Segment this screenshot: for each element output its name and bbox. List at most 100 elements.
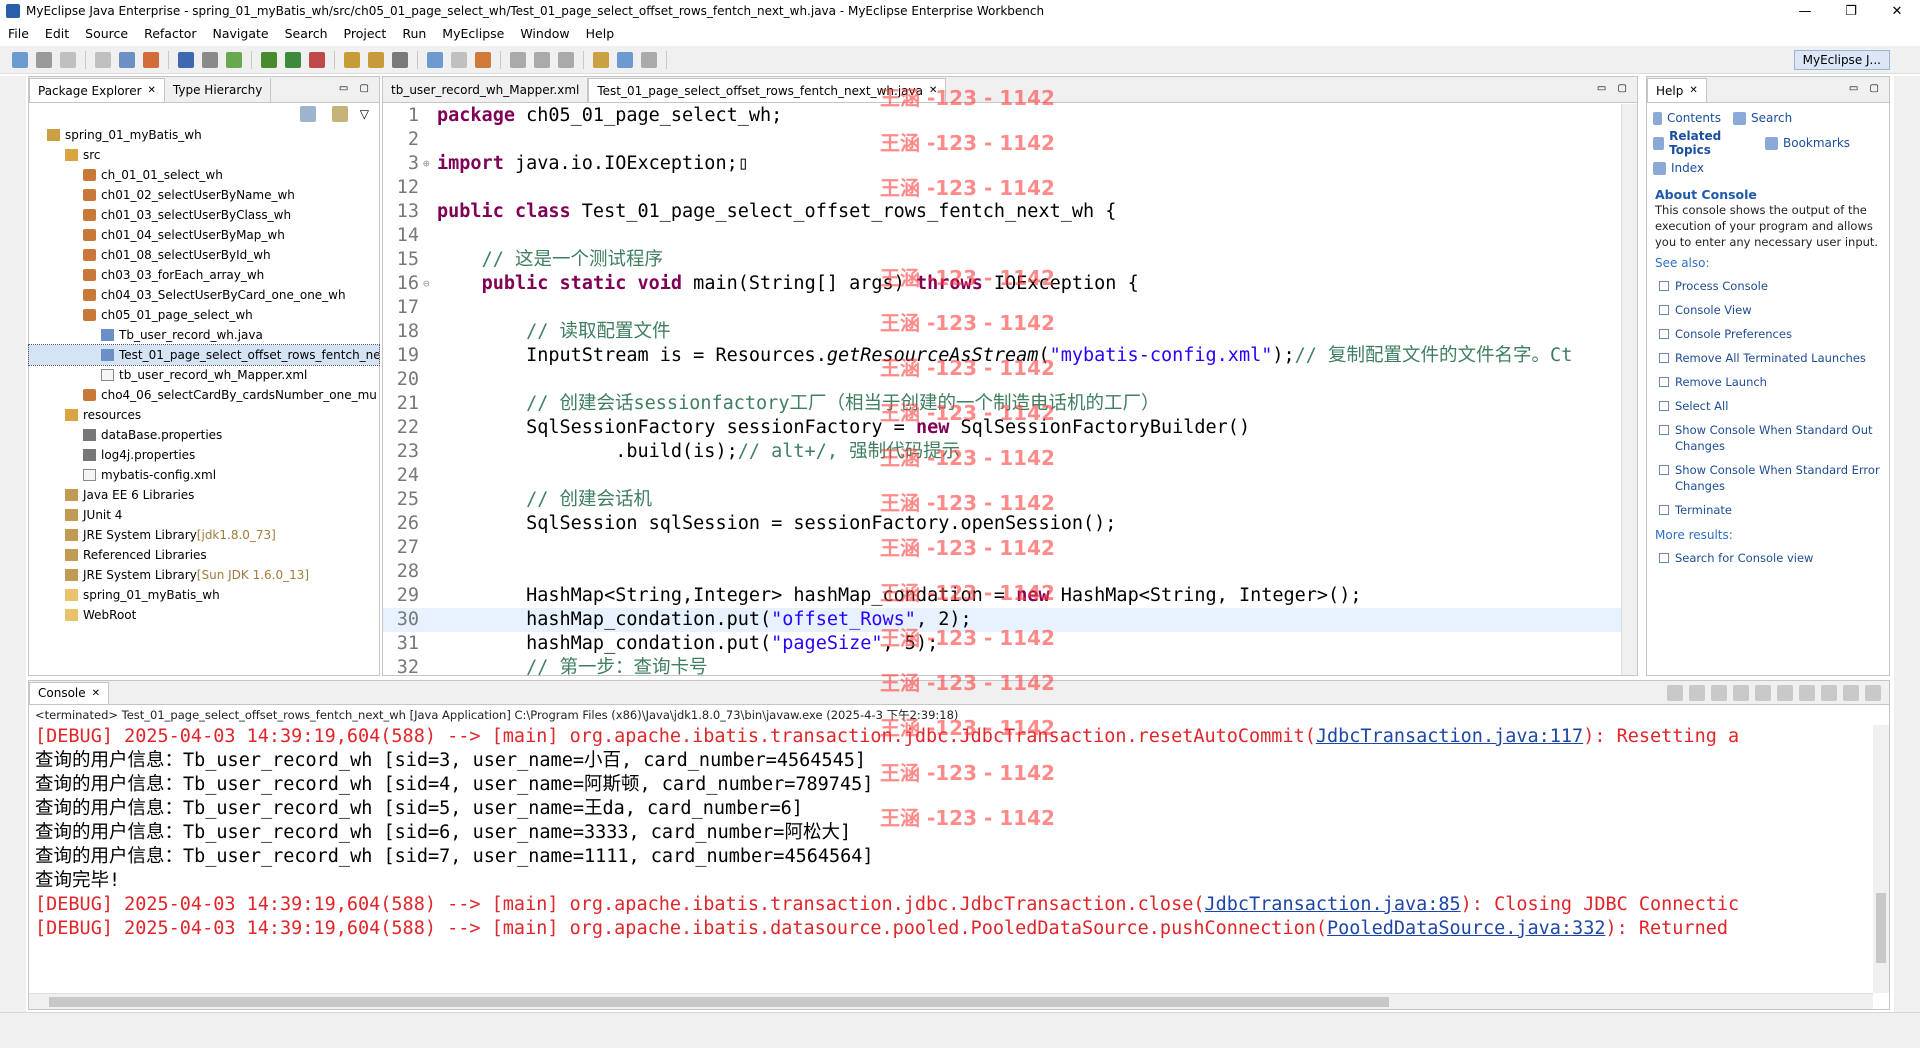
tree-node[interactable]: resources [29,405,379,425]
tab-help[interactable]: Help ✕ [1647,78,1707,102]
minimize-button[interactable]: — [1782,0,1828,22]
perspective-myeclipse-button[interactable]: MyEclipse J... [1793,50,1890,70]
help-topic-link[interactable]: Remove Launch [1655,370,1881,394]
code-line[interactable]: 12 [383,176,1621,200]
code-line[interactable]: 23 .build(is);// alt+/, 强制代码提示 [383,440,1621,464]
code-line[interactable]: 26 SqlSession sqlSession = sessionFactor… [383,512,1621,536]
code-line[interactable]: 24 [383,464,1621,488]
view-minmax-icon[interactable]: ▭ ▢ [1849,83,1883,94]
scroll-lock-icon[interactable] [1755,685,1771,701]
code-line[interactable]: 19 InputStream is = Resources.getResourc… [383,344,1621,368]
stacktrace-link[interactable]: PooledDataSource.java:332 [1327,918,1605,939]
display-console-icon[interactable] [1843,685,1859,701]
editor-vertical-scrollbar[interactable] [1621,104,1637,675]
menu-project[interactable]: Project [336,26,395,41]
toolbar-button-icon[interactable] [202,51,218,68]
open-console-icon[interactable] [1865,685,1881,701]
toolbar-button-icon[interactable] [392,51,408,68]
toolbar-button-icon[interactable] [427,51,443,68]
help-topic-link[interactable]: Process Console [1655,274,1881,298]
toolbar-button-icon[interactable] [558,51,574,68]
menu-source[interactable]: Source [77,26,136,41]
code-line[interactable]: 30 hashMap_condation.put("offset_Rows", … [383,608,1621,632]
tree-node[interactable]: ch_01_01_select_wh [29,165,379,185]
toolbar-button-icon[interactable] [226,51,242,68]
view-minmax-icon[interactable]: ▭ ▢ [1597,83,1631,94]
tree-node[interactable]: Java EE 6 Libraries [29,485,379,505]
toolbar-button-icon[interactable] [593,51,609,68]
code-line[interactable]: 15 // 这是一个测试程序 [383,248,1621,272]
help-related-topics-link[interactable]: Related Topics [1647,127,1759,159]
help-topic-link[interactable]: Show Console When Standard Error Changes [1655,458,1881,498]
toolbar-button-icon[interactable] [261,51,277,68]
help-bookmarks-link[interactable]: Bookmarks [1759,127,1869,159]
toolbar-button-icon[interactable] [617,51,633,68]
tree-node[interactable]: tb_user_record_wh_Mapper.xml [29,365,379,385]
toolbar-button-icon[interactable] [368,51,384,68]
tab-mapper-xml[interactable]: tb_user_record_wh_Mapper.xml [383,78,589,102]
tree-node[interactable]: ch01_04_selectUserByMap_wh [29,225,379,245]
scrollbar-thumb[interactable] [1876,893,1886,963]
menu-run[interactable]: Run [394,26,434,41]
menu-edit[interactable]: Edit [37,26,77,41]
code-line[interactable]: 28 [383,560,1621,584]
tree-node[interactable]: cho4_06_selectCardBy_cardsNumber_one_mu [29,385,379,405]
tree-node[interactable]: ch03_03_forEach_array_wh [29,265,379,285]
remove-all-icon[interactable] [1711,685,1727,701]
code-line[interactable]: 2 [383,128,1621,152]
tab-type-hierarchy[interactable]: Type Hierarchy [165,78,272,102]
search-for-console-view-link[interactable]: Search for Console view [1655,546,1881,570]
tree-node[interactable]: Tb_user_record_wh.java [29,325,379,345]
menu-refactor[interactable]: Refactor [136,26,204,41]
view-minmax-icon[interactable]: ▭ ▢ [339,83,373,94]
link-with-editor-icon[interactable] [331,106,348,122]
close-button[interactable]: ✕ [1874,0,1920,22]
toolbar-button-icon[interactable] [475,51,491,68]
code-line[interactable]: 14 [383,224,1621,248]
toolbar-button-icon[interactable] [60,51,76,68]
toolbar-button-icon[interactable] [285,51,301,68]
code-line[interactable]: 21 // 创建会话sessionfactory工厂（相当于创建的一个制造电话机… [383,392,1621,416]
toolbar-button-icon[interactable] [309,51,325,68]
collapse-all-icon[interactable] [299,106,316,122]
code-line[interactable]: 31 hashMap_condation.put("pageSize", 5); [383,632,1621,656]
menu-help[interactable]: Help [578,26,623,41]
show-on-error-icon[interactable] [1799,685,1815,701]
tree-node[interactable]: spring_01_myBatis_wh [29,585,379,605]
tree-node[interactable]: spring_01_myBatis_wh [29,125,379,145]
code-line[interactable]: 3 ⊕ import java.io.IOException;▯ [383,152,1621,176]
close-icon[interactable]: ✕ [92,688,100,699]
console-output[interactable]: [DEBUG] 2025-04-03 14:39:19,604(588) -->… [29,725,1889,941]
tree-node[interactable]: ch01_08_selectUserById_wh [29,245,379,265]
tree-node[interactable]: ch05_01_page_select_wh [29,305,379,325]
tab-package-explorer[interactable]: Package Explorer ✕ [29,78,165,102]
tree-node[interactable]: log4j.properties [29,445,379,465]
clear-console-icon[interactable] [1733,685,1749,701]
code-line[interactable]: 32 // 第一步：查询卡号 [383,656,1621,675]
code-area[interactable]: 1 package ch05_01_page_select_wh; 2 3 ⊕ impor… [383,104,1621,675]
scrollbar-thumb[interactable] [49,997,1389,1007]
view-menu-icon[interactable]: ▽ [360,107,369,121]
tree-node[interactable]: ch04_03_SelectUserByCard_one_one_wh [29,285,379,305]
tab-test-java[interactable]: Test_01_page_select_offset_rows_fentch_n… [588,78,947,102]
tree-node[interactable]: JRE System Library [jdk1.8.0_73] [29,525,379,545]
close-icon[interactable]: ✕ [148,85,156,96]
close-icon[interactable]: ✕ [1689,85,1697,96]
console-vertical-scrollbar[interactable] [1873,725,1889,993]
help-topic-link[interactable]: Console Preferences [1655,322,1881,346]
help-index-link[interactable]: Index [1647,159,1727,177]
help-topic-link[interactable]: Console View [1655,298,1881,322]
fold-marker-icon[interactable]: ⊖ [423,272,437,296]
help-search-link[interactable]: Search [1727,109,1847,127]
pin-console-icon[interactable] [1821,685,1837,701]
tree-node[interactable]: JUnit 4 [29,505,379,525]
toolbar-button-icon[interactable] [534,51,550,68]
fold-marker-icon[interactable]: ⊕ [423,152,437,176]
toolbar-button-icon[interactable] [641,51,657,68]
remove-launch-icon[interactable] [1689,685,1705,701]
close-icon[interactable]: ✕ [929,85,937,96]
code-line[interactable]: 1 package ch05_01_page_select_wh; [383,104,1621,128]
code-line[interactable]: 17 [383,296,1621,320]
tab-console[interactable]: Console ✕ [29,681,110,704]
toolbar-button-icon[interactable] [451,51,467,68]
